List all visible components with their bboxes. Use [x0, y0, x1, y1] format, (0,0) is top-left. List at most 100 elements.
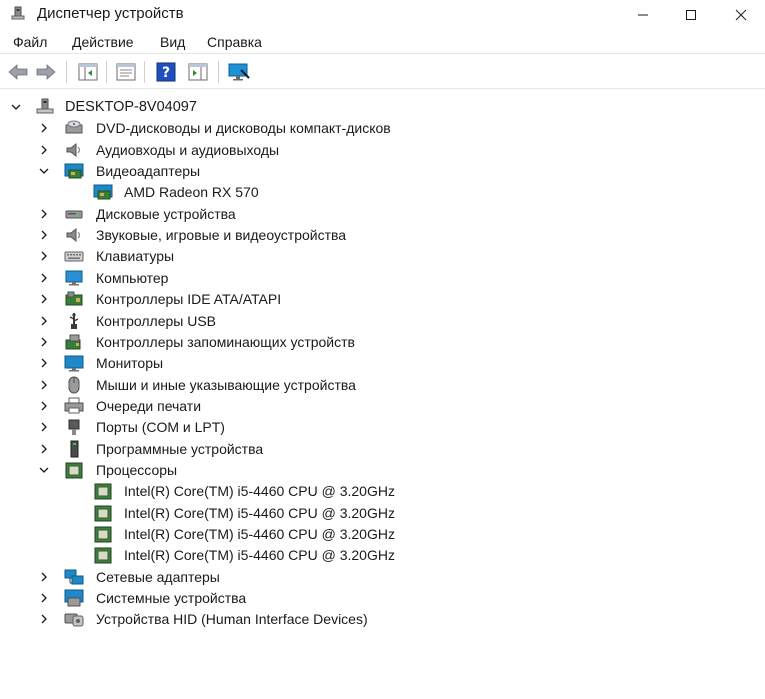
tree-category[interactable]: Дисковые устройства: [0, 203, 765, 225]
menu-file[interactable]: Файл: [10, 33, 50, 51]
tree-category[interactable]: Мыши и иные указывающие устройства: [0, 374, 765, 396]
chevron-right-icon[interactable]: [37, 420, 51, 434]
toolbar-separator: [66, 61, 67, 83]
back-arrow-icon: [8, 64, 28, 80]
tree-device-label: Intel(R) Core(TM) i5-4460 CPU @ 3.20GHz: [124, 526, 395, 542]
properties-button[interactable]: [114, 60, 138, 84]
close-button[interactable]: [718, 0, 764, 30]
maximize-button[interactable]: [668, 0, 714, 30]
action-pane-button[interactable]: [186, 60, 210, 84]
tree-device[interactable]: Intel(R) Core(TM) i5-4460 CPU @ 3.20GHz: [0, 544, 765, 566]
help-button[interactable]: ?: [154, 60, 178, 84]
svg-text:?: ?: [162, 65, 170, 81]
tree-category-label: Контроллеры запоминающих устройств: [96, 333, 355, 350]
scan-hardware-icon: [228, 63, 250, 81]
ide-controller-icon: [64, 290, 84, 308]
speaker-icon: [64, 141, 84, 159]
chevron-right-icon[interactable]: [37, 442, 51, 456]
chevron-right-icon[interactable]: [37, 570, 51, 584]
chevron-right-icon[interactable]: [37, 249, 51, 263]
tree-category-label: Звуковые, игровые и видеоустройства: [96, 227, 347, 244]
action-pane-icon: [188, 63, 208, 81]
tree-category[interactable]: Устройства HID (Human Interface Devices): [0, 608, 765, 630]
tree-category[interactable]: Контроллеры USB: [0, 310, 765, 332]
processor-icon: [64, 461, 84, 479]
close-icon: [735, 9, 747, 21]
tree-device[interactable]: Intel(R) Core(TM) i5-4460 CPU @ 3.20GHz: [0, 502, 765, 524]
chevron-right-icon[interactable]: [37, 399, 51, 413]
chevron-down-icon[interactable]: [37, 463, 51, 477]
tree-root-label: DESKTOP-8V04097: [65, 99, 197, 115]
tree-category[interactable]: Контроллеры IDE ATA/ATAPI: [0, 288, 765, 310]
show-hide-tree-button[interactable]: [76, 60, 100, 84]
tree-category[interactable]: Видеоадаптеры: [0, 160, 765, 182]
tree-device[interactable]: AMD Radeon RX 570: [0, 181, 765, 203]
device-tree: DESKTOP-8V04097 DVD-дисководы и дисковод…: [0, 92, 765, 699]
display-adapter-icon: [93, 183, 113, 201]
tree-category[interactable]: Очереди печати: [0, 395, 765, 417]
tree-device-label: AMD Radeon RX 570: [124, 184, 259, 201]
tree-category[interactable]: Системные устройства: [0, 587, 765, 609]
forward-arrow-icon: [36, 64, 56, 80]
tree-category[interactable]: Аудиовходы и аудиовыходы: [0, 139, 765, 161]
tree-category-label: Мыши и иные указывающие устройства: [96, 376, 356, 393]
processor-icon: [93, 482, 113, 500]
tree-category-label: Системные устройства: [96, 590, 247, 607]
chevron-right-icon[interactable]: [37, 292, 51, 306]
chevron-right-icon[interactable]: [37, 228, 51, 242]
tree-device-label: Intel(R) Core(TM) i5-4460 CPU @ 3.20GHz: [124, 504, 395, 521]
software-device-icon: [64, 440, 84, 458]
tree-category[interactable]: Процессоры: [0, 459, 765, 481]
tree-category[interactable]: Сетевые адаптеры: [0, 566, 765, 588]
chevron-down-icon[interactable]: [37, 164, 51, 178]
tree-device[interactable]: Intel(R) Core(TM) i5-4460 CPU @ 3.20GHz: [0, 480, 765, 502]
minimize-button[interactable]: [620, 0, 666, 30]
menu-help[interactable]: Справка: [204, 33, 265, 51]
toolbar-separator: [106, 61, 107, 83]
chevron-right-icon[interactable]: [37, 271, 51, 285]
chevron-right-icon[interactable]: [37, 335, 51, 349]
port-icon: [64, 418, 84, 436]
tree-category[interactable]: Мониторы: [0, 352, 765, 374]
processor-icon: [93, 504, 113, 522]
toolbar: ?: [0, 55, 765, 89]
menu-action[interactable]: Действие: [69, 33, 137, 51]
tree-category-label: Клавиатуры: [96, 248, 175, 265]
printer-icon: [64, 397, 84, 415]
chevron-right-icon[interactable]: [37, 612, 51, 626]
menu-view[interactable]: Вид: [157, 33, 188, 51]
tree-category[interactable]: Клавиатуры: [0, 245, 765, 267]
tree-category[interactable]: Контроллеры запоминающих устройств: [0, 331, 765, 353]
tree-category[interactable]: Программные устройства: [0, 438, 765, 460]
show-hide-tree-icon: [78, 63, 98, 81]
network-adapter-icon: [64, 568, 84, 586]
tree-category-label: DVD-дисководы и дисководы компакт-дисков: [96, 120, 391, 137]
maximize-icon: [686, 10, 696, 20]
tree-root[interactable]: DESKTOP-8V04097: [0, 96, 765, 118]
tree-category-label: Видеоадаптеры: [96, 163, 201, 180]
tree-category[interactable]: Компьютер: [0, 267, 765, 289]
chevron-down-icon[interactable]: [9, 100, 23, 114]
chevron-right-icon[interactable]: [37, 378, 51, 392]
tree-category[interactable]: Звуковые, игровые и видеоустройства: [0, 224, 765, 246]
chevron-right-icon[interactable]: [37, 591, 51, 605]
tree-category-label: Контроллеры IDE ATA/ATAPI: [96, 291, 282, 308]
tree-device-label: Intel(R) Core(TM) i5-4460 CPU @ 3.20GHz: [124, 483, 395, 500]
back-button[interactable]: [6, 60, 30, 84]
menu-bar: Файл Действие Вид Справка: [0, 30, 765, 54]
chevron-right-icon[interactable]: [37, 356, 51, 370]
tree-device[interactable]: Intel(R) Core(TM) i5-4460 CPU @ 3.20GHz: [0, 523, 765, 545]
tree-category[interactable]: DVD-дисководы и дисководы компакт-дисков: [0, 117, 765, 139]
scan-hardware-button[interactable]: [227, 60, 251, 84]
forward-button[interactable]: [34, 60, 58, 84]
disk-drive-icon: [64, 205, 84, 223]
chevron-right-icon[interactable]: [37, 121, 51, 135]
toolbar-separator: [144, 61, 145, 83]
chevron-right-icon[interactable]: [37, 143, 51, 157]
tree-category-label: Компьютер: [96, 269, 169, 286]
tree-category-label: Процессоры: [96, 462, 178, 478]
tree-category[interactable]: Порты (COM и LPT): [0, 416, 765, 438]
chevron-right-icon[interactable]: [37, 207, 51, 221]
display-adapter-icon: [64, 162, 84, 180]
chevron-right-icon[interactable]: [37, 314, 51, 328]
